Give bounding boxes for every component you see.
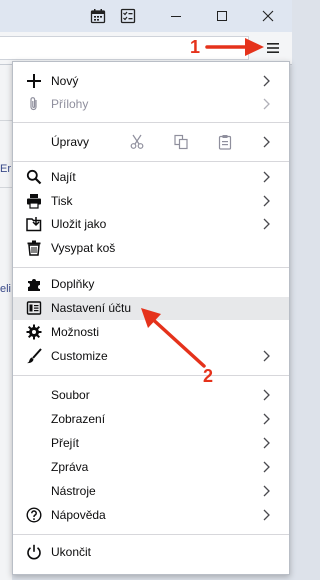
help-icon [25,506,43,524]
printer-icon [25,192,43,210]
annotation-number-1: 1 [190,37,201,57]
background-text: eli [0,283,12,295]
menu-item-label: Tisk [51,194,73,208]
background-text: Er [0,163,11,175]
menu-item-help[interactable]: Nápověda [13,504,289,527]
menu-item-label: Soubor [51,388,90,402]
chevron-right-icon [263,461,270,473]
annotation-arrow-2 [141,308,206,368]
menu-item-label: Nový [51,74,79,88]
menu-item-label: Uložit jako [51,217,107,231]
menu-separator [13,534,289,535]
menu-item-label: Úpravy [51,135,90,149]
menu-item-label: Zpráva [51,460,89,474]
menu-item-find[interactable]: Najít [13,166,289,189]
cut-icon[interactable] [125,132,149,152]
chevron-right-icon [263,136,270,148]
menu-item-view[interactable]: Zobrazení [13,408,289,431]
minimize-icon[interactable] [156,0,196,32]
puzzle-icon [25,275,43,293]
menu-item-tools[interactable]: Nástroje [13,480,289,503]
menu-item-label: Nastavení účtu [51,301,132,315]
menu-item-new[interactable]: Nový [13,70,289,93]
menu-item-edit: Úpravy [13,130,289,154]
menu-item-label: Doplňky [51,277,95,291]
menu-item-label: Nástroje [51,484,96,498]
search-icon [25,168,43,186]
paperclip-icon [25,95,43,113]
copy-icon[interactable] [169,132,193,152]
chevron-right-icon [263,437,270,449]
menu-item-label: Customize [51,349,108,363]
menu-item-attachments[interactable]: Přílohy [13,93,289,116]
menu-item-label: Vysypat koš [51,241,116,255]
paste-icon[interactable] [213,132,237,152]
chevron-right-icon [263,75,270,87]
menu-separator [13,122,289,123]
menu-item-label: Přejít [51,436,80,450]
menu-item-label: Nápověda [51,508,106,522]
menu-item-label: Přílohy [51,97,89,111]
menu-item-message[interactable]: Zpráva [13,456,289,479]
chevron-right-icon [263,350,270,362]
maximize-icon[interactable] [202,0,242,32]
account-settings-icon [25,299,43,317]
chevron-right-icon [263,485,270,497]
close-icon[interactable] [248,0,288,32]
annotation-arrow-1 [205,38,264,56]
tasks-icon[interactable] [108,0,148,32]
chevron-right-icon [263,98,270,110]
chevron-right-icon [263,413,270,425]
menu-item-label: Ukončit [51,545,92,559]
menu-separator [13,267,289,268]
menu-item-go[interactable]: Přejít [13,432,289,455]
title-bar [0,0,292,32]
chevron-right-icon [263,171,270,183]
menu-separator [13,161,289,162]
menu-item-file[interactable]: Soubor [13,384,289,407]
menu-item-label: Zobrazení [51,412,106,426]
chevron-right-icon [263,389,270,401]
chevron-right-icon [263,509,270,521]
menu-item-print[interactable]: Tisk [13,190,289,213]
gear-icon [25,323,43,341]
menu-item-label: Možnosti [51,325,100,339]
plus-icon [25,72,43,90]
menu-separator [13,375,289,376]
power-icon [25,543,43,561]
menu-item-quit[interactable]: Ukončit [13,541,289,564]
paintbrush-icon [25,347,43,365]
chevron-right-icon [263,218,270,230]
trash-icon [25,239,43,257]
background-pane: Er eli [0,65,12,580]
menu-item-label: Najít [51,170,76,184]
chevron-right-icon [263,195,270,207]
menu-item-empty-trash[interactable]: Vysypat koš [13,237,289,260]
menu-item-addons[interactable]: Doplňky [13,273,289,296]
save-as-icon [25,215,43,233]
menu-item-save-as[interactable]: Uložit jako [13,213,289,236]
